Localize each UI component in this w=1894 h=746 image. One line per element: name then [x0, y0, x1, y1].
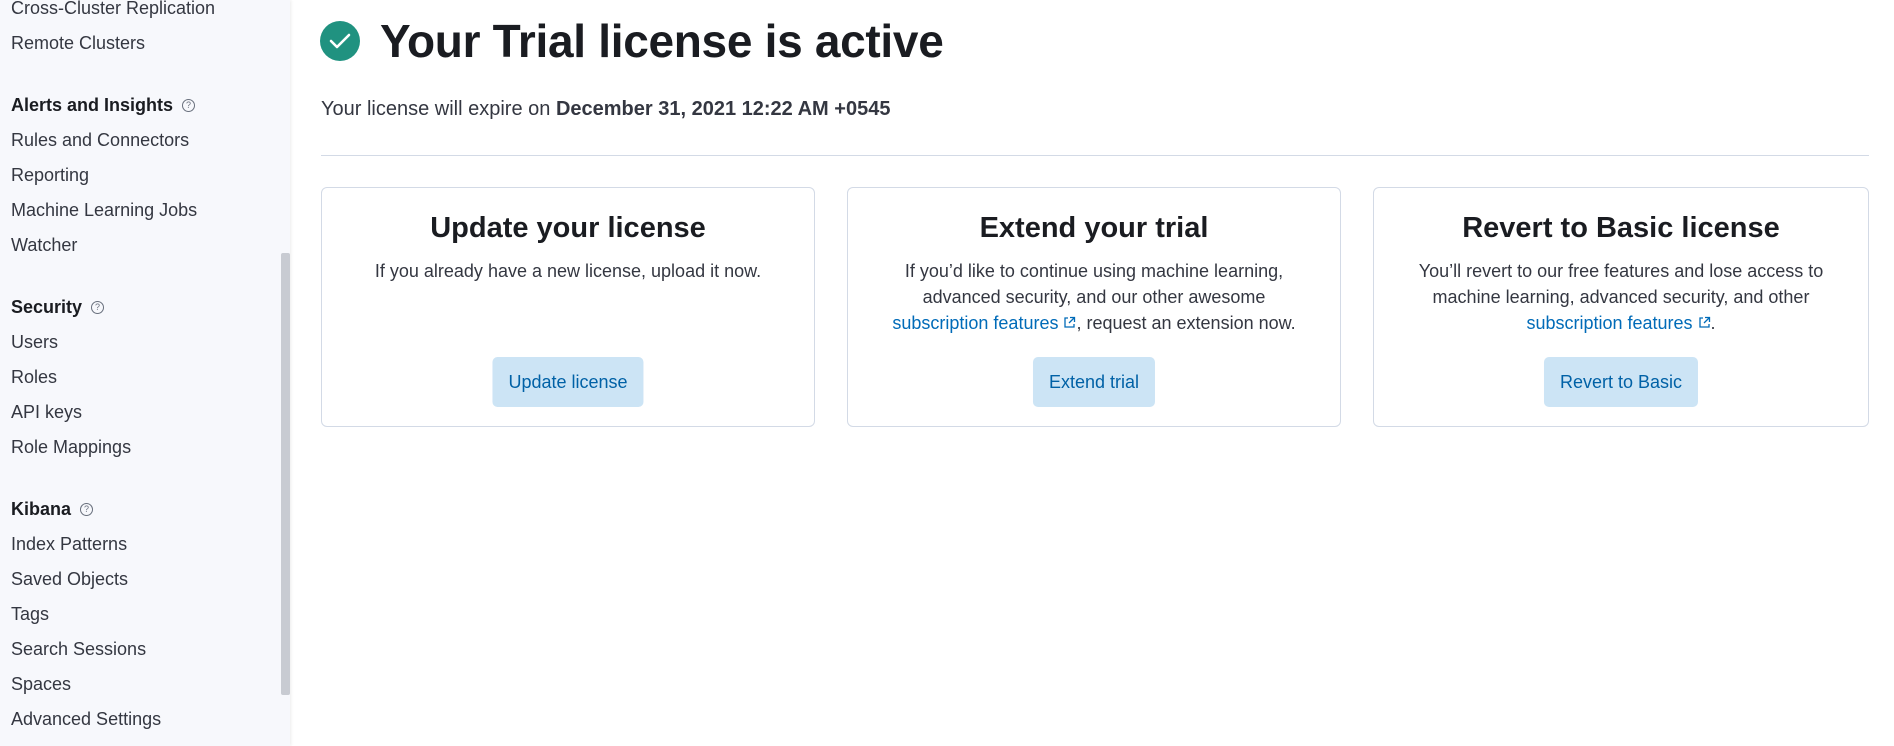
link-text[interactable]: subscription features: [892, 313, 1058, 333]
extend-trial-card: Extend your trial If you’d like to conti…: [847, 187, 1341, 427]
sidebar-scrollbar-thumb[interactable]: [281, 253, 290, 695]
sidebar-item-role-mappings[interactable]: Role Mappings: [11, 430, 276, 465]
help-icon[interactable]: ?: [80, 503, 94, 516]
sidebar-group-security: Security ?: [11, 290, 276, 325]
check-circle-icon: [320, 21, 360, 61]
main-content: Your Trial license is active Your licens…: [290, 0, 1894, 746]
sidebar-group-title: Alerts and Insights: [11, 95, 174, 115]
checkmark-icon: [329, 33, 351, 49]
subscription-features-link[interactable]: subscription features: [892, 313, 1076, 333]
license-expiry-text: Your license will expire on December 31,…: [321, 98, 890, 121]
sidebar-group-alerts-and-insights: Alerts and Insights ?: [11, 88, 276, 123]
sidebar-item-cross-cluster-replication[interactable]: Cross-Cluster Replication: [11, 0, 276, 26]
revert-to-basic-button[interactable]: Revert to Basic: [1543, 357, 1699, 407]
card-description-text: If you’d like to continue using machine …: [904, 261, 1284, 307]
card-description: If you already have a new license, uploa…: [374, 261, 762, 281]
sidebar-item-saved-objects[interactable]: Saved Objects: [11, 562, 276, 597]
update-license-card: Update your license If you already have …: [321, 187, 815, 427]
sidebar-item-advanced-settings[interactable]: Advanced Settings: [11, 702, 276, 737]
sidebar-item-remote-clusters[interactable]: Remote Clusters: [11, 26, 276, 61]
sidebar-item-users[interactable]: Users: [11, 325, 276, 360]
expiry-prefix: Your license will expire on: [321, 98, 556, 120]
card-title: Extend your trial: [979, 212, 1209, 244]
card-title: Update your license: [430, 212, 706, 244]
sidebar-group-title: Security: [11, 297, 83, 317]
extend-trial-button[interactable]: Extend trial: [1032, 357, 1156, 407]
sidebar-item-reporting[interactable]: Reporting: [11, 158, 276, 193]
divider: [321, 155, 1869, 156]
app-root: Cross-Cluster Replication Remote Cluster…: [0, 0, 1894, 746]
sidebar-item-tags[interactable]: Tags: [11, 597, 276, 632]
external-link-icon: [1064, 317, 1076, 328]
sidebar-item-index-patterns[interactable]: Index Patterns: [11, 527, 276, 562]
expiry-date: December 31, 2021 12:22 AM +0545: [555, 98, 891, 120]
sidebar-item-rules-and-connectors[interactable]: Rules and Connectors: [11, 123, 276, 158]
update-license-button[interactable]: Update license: [492, 357, 644, 407]
sidebar-item-search-sessions[interactable]: Search Sessions: [11, 632, 276, 667]
help-icon[interactable]: ?: [182, 99, 196, 112]
card-description-text: , request an extension now.: [1076, 313, 1296, 333]
card-description-text: .: [1710, 313, 1716, 333]
help-icon[interactable]: ?: [91, 301, 105, 314]
sidebar-inner: Cross-Cluster Replication Remote Cluster…: [11, 0, 276, 737]
card-description: If you’d like to continue using machine …: [874, 258, 1314, 336]
external-link-icon: [1698, 317, 1710, 328]
card-description: You’ll revert to our free features and l…: [1401, 258, 1841, 336]
revert-to-basic-card: Revert to Basic license You’ll revert to…: [1373, 187, 1869, 427]
sidebar-item-watcher[interactable]: Watcher: [11, 228, 276, 263]
sidebar-group-kibana: Kibana ?: [11, 492, 276, 527]
card-description-text: You’ll revert to our free features and l…: [1418, 261, 1824, 307]
license-status-header: Your Trial license is active: [320, 14, 944, 68]
card-title: Revert to Basic license: [1462, 212, 1780, 244]
sidebar-nav: Cross-Cluster Replication Remote Cluster…: [0, 0, 290, 746]
link-text[interactable]: subscription features: [1526, 313, 1692, 333]
sidebar-item-api-keys[interactable]: API keys: [11, 395, 276, 430]
sidebar-item-machine-learning-jobs[interactable]: Machine Learning Jobs: [11, 193, 276, 228]
sidebar-group-title: Kibana: [11, 499, 72, 519]
page-title: Your Trial license is active: [380, 15, 944, 67]
subscription-features-link[interactable]: subscription features: [1526, 313, 1710, 333]
sidebar-item-roles[interactable]: Roles: [11, 360, 276, 395]
sidebar-item-spaces[interactable]: Spaces: [11, 667, 276, 702]
